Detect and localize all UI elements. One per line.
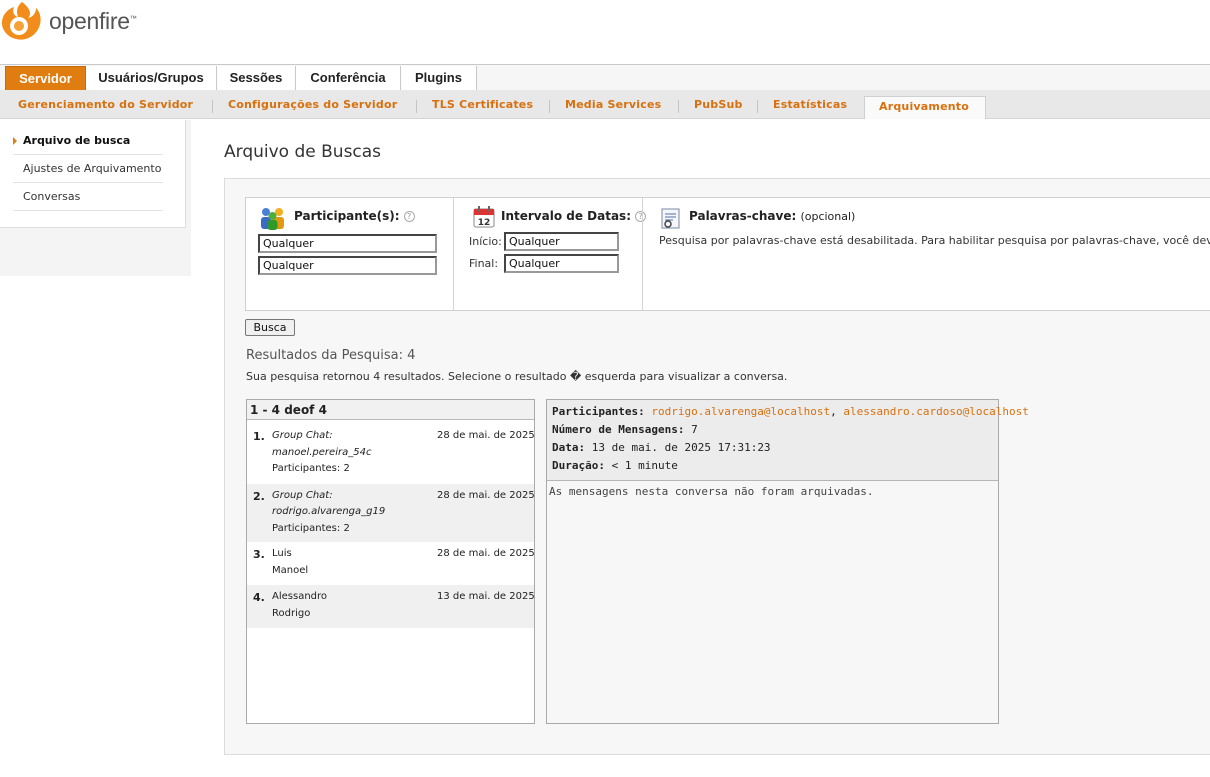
main-tabs: Servidor Usuários/Grupos Sessões Conferê…	[0, 64, 1210, 91]
result-row[interactable]: 4. Alessandro Rodrigo 13 de mai. de 2025	[247, 585, 535, 628]
users-group-icon	[261, 208, 284, 230]
conversation-not-archived-note: As mensagens nesta conversa não foram ar…	[549, 485, 874, 498]
subtab-separator	[549, 100, 550, 113]
row-participant-b: Manoel	[272, 565, 309, 576]
help-icon[interactable]: ?	[635, 211, 646, 222]
row-room: manoel.pereira_54c	[272, 447, 372, 458]
row-date: 28 de mai. de 2025	[437, 430, 535, 441]
end-date-input[interactable]	[504, 254, 619, 273]
panel-divider	[642, 198, 643, 310]
sidebar-item-ajustes-de-arquivamento[interactable]: Ajustes de Arquivamento	[13, 155, 163, 183]
calendar-day: 12	[478, 218, 491, 228]
search-form: Participante(s):? 12 Intervalo de Datas:…	[245, 197, 1210, 311]
results-list: 1 - 4 deof 4 1. Group Chat: manoel.perei…	[246, 399, 535, 724]
tab-plugins[interactable]: Plugins	[401, 66, 477, 91]
results-pagination: 1 - 4 deof 4	[247, 400, 534, 420]
row-number: 4.	[253, 591, 265, 604]
row-date: 28 de mai. de 2025	[437, 490, 535, 501]
row-title: Group Chat:	[272, 430, 333, 441]
participant-b-link[interactable]: alessandro.cardoso@localhost	[843, 405, 1028, 418]
brand-name: openfire™	[49, 8, 137, 34]
subtab-separator	[212, 100, 213, 113]
sidebar-item-label: Conversas	[23, 190, 81, 203]
row-participant-b: Rodrigo	[272, 608, 311, 619]
row-title: Group Chat:	[272, 490, 333, 501]
tab-sessoes[interactable]: Sessões	[217, 66, 296, 91]
row-date: 13 de mai. de 2025	[437, 591, 535, 602]
tab-conferencia[interactable]: Conferência	[296, 66, 401, 91]
sidebar-item-conversas[interactable]: Conversas	[13, 183, 163, 211]
results-title: Resultados da Pesquisa: 4	[246, 348, 416, 363]
results-description: Sua pesquisa retornou 4 resultados. Sele…	[246, 370, 788, 383]
detail-participants: Participantes: rodrigo.alvarenga@localho…	[552, 405, 1029, 418]
date-range-label: Intervalo de Datas:?	[501, 209, 646, 223]
result-row[interactable]: 3. Luis Manoel 28 de mai. de 2025	[247, 542, 535, 585]
openfire-flame-icon	[1, 2, 41, 40]
subtab-tls[interactable]: TLS Certificates	[432, 98, 533, 111]
result-row[interactable]: 1. Group Chat: manoel.pereira_54c Partic…	[247, 424, 535, 484]
subtab-pubsub[interactable]: PubSub	[694, 98, 743, 111]
keywords-document-icon	[661, 208, 680, 229]
tab-servidor[interactable]: Servidor	[5, 66, 86, 91]
sidebar-item-label: Arquivo de busca	[23, 134, 131, 147]
result-row[interactable]: 2. Group Chat: rodrigo.alvarenga_g19 Par…	[247, 484, 535, 542]
keywords-label: Palavras-chave: (opcional)	[689, 209, 856, 223]
tab-usuarios-grupos[interactable]: Usuários/Grupos	[86, 66, 217, 91]
row-date: 28 de mai. de 2025	[437, 548, 535, 559]
participant-1-input[interactable]	[258, 234, 437, 253]
keywords-disabled-note: Pesquisa por palavras-chave está desabil…	[659, 234, 1210, 247]
detail-duration: Duração: < 1 minute	[552, 459, 678, 472]
row-number: 3.	[253, 548, 265, 561]
row-participants: Participantes: 2	[272, 523, 350, 534]
subtab-configuracoes[interactable]: Configurações do Servidor	[228, 98, 397, 111]
subtab-media[interactable]: Media Services	[565, 98, 661, 111]
sidebar: Arquivo de busca Ajustes de Arquivamento…	[0, 120, 186, 228]
conversation-detail: Participantes: rodrigo.alvarenga@localho…	[546, 399, 1029, 724]
page-title: Arquivo de Buscas	[224, 142, 382, 162]
start-label: Início:	[469, 235, 502, 248]
calendar-icon: 12	[473, 206, 495, 228]
subtab-separator	[678, 100, 679, 113]
end-label: Final:	[469, 257, 499, 270]
search-button[interactable]: Busca	[245, 319, 295, 336]
subtab-arquivamento[interactable]: Arquivamento	[879, 100, 969, 113]
row-participant-a: Alessandro	[272, 591, 328, 602]
row-room: rodrigo.alvarenga_g19	[272, 506, 386, 517]
conversation-summary: Participantes: rodrigo.alvarenga@localho…	[547, 400, 1029, 481]
row-number: 1.	[253, 430, 265, 443]
panel-divider	[453, 198, 454, 310]
sidebar-item-arquivo-de-busca[interactable]: Arquivo de busca	[13, 127, 163, 155]
detail-date: Data: 13 de mai. de 2025 17:31:23	[552, 441, 771, 454]
openfire-logo[interactable]: openfire™	[0, 0, 160, 46]
subtab-separator	[757, 100, 758, 113]
row-number: 2.	[253, 490, 265, 503]
participant-2-input[interactable]	[258, 256, 437, 275]
start-date-input[interactable]	[504, 232, 619, 251]
active-arrow-icon	[13, 137, 17, 145]
detail-message-count: Número de Mensagens: 7	[552, 423, 698, 436]
subtab-gerenciamento[interactable]: Gerenciamento do Servidor	[18, 98, 193, 111]
sub-tabs: Gerenciamento do Servidor Configurações …	[0, 94, 1210, 119]
participant-a-link[interactable]: rodrigo.alvarenga@localhost	[651, 405, 830, 418]
row-participants: Participantes: 2	[272, 463, 350, 474]
participants-label: Participante(s):?	[294, 209, 415, 223]
sidebar-item-label: Ajustes de Arquivamento	[23, 162, 162, 175]
subtab-separator	[416, 100, 417, 113]
row-participant-a: Luis	[272, 548, 292, 559]
subtab-estatisticas[interactable]: Estatísticas	[773, 98, 847, 111]
help-icon[interactable]: ?	[403, 211, 415, 222]
